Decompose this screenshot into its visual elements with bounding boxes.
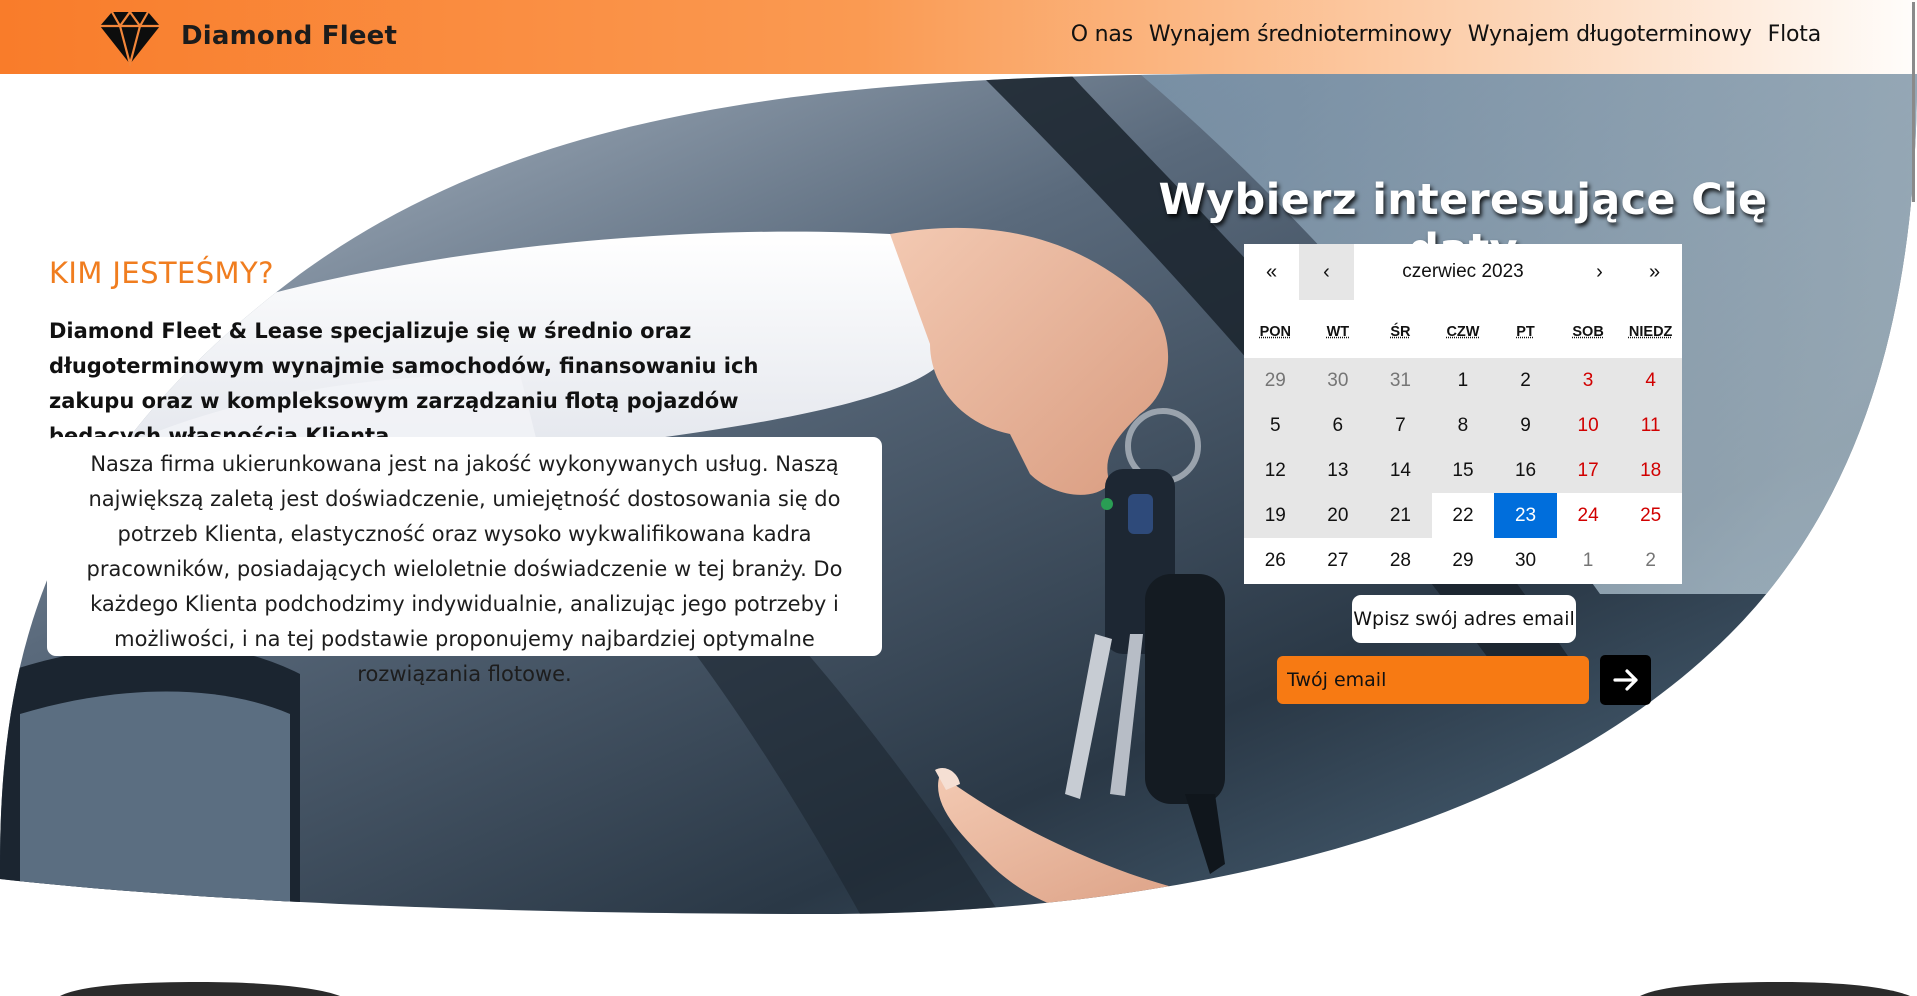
about-description-text: Nasza firma ukierunkowana jest na jakość… [86,452,843,686]
brand-name[interactable]: Diamond Fleet [181,21,397,51]
nav-link-flota[interactable]: Flota [1768,22,1822,47]
calendar-day[interactable]: 24 [1557,493,1620,538]
calendar-day[interactable]: 30 [1306,358,1370,403]
calendar-day[interactable]: 16 [1494,448,1557,493]
calendar-day[interactable]: 29 [1244,358,1307,403]
calendar-week-row: 26 27 28 29 30 1 2 [1244,538,1682,583]
calendar-prev-year-button[interactable]: « [1244,244,1299,300]
calendar-day[interactable]: 29 [1432,538,1495,583]
calendar-day[interactable]: 4 [1619,358,1682,403]
email-prompt-label: Wpisz swój adres email [1352,595,1576,643]
calendar-days-grid: 29 30 31 1 2 3 4 5 6 7 8 9 10 11 12 13 1… [1244,358,1682,583]
calendar-day[interactable]: 14 [1369,448,1432,493]
calendar-week-row: 29 30 31 1 2 3 4 [1244,358,1682,403]
calendar-prev-month-button[interactable]: ‹ [1299,244,1354,300]
email-submit-button[interactable] [1600,655,1651,705]
calendar-day[interactable]: 28 [1369,538,1432,583]
calendar-next-month-button[interactable]: › [1572,244,1627,300]
calendar-day[interactable]: 1 [1431,358,1495,403]
weekday-label: ŚR [1390,324,1411,340]
calendar-week-row: 12 13 14 15 16 17 18 [1244,448,1682,493]
calendar-week-row: 5 6 7 8 9 10 11 [1244,403,1682,448]
email-input[interactable] [1277,656,1589,704]
date-picker-calendar: « ‹ czerwiec 2023 › » PON WT ŚR CZW PT S… [1244,244,1682,584]
calendar-day[interactable]: 22 [1432,493,1495,538]
nav-link-wynajem-dlugoterminowy[interactable]: Wynajem długoterminowy [1468,22,1752,47]
diamond-logo-icon[interactable] [98,8,162,66]
weekday-label: WT [1326,324,1350,340]
calendar-day[interactable]: 21 [1369,493,1432,538]
calendar-day[interactable]: 15 [1431,448,1495,493]
calendar-week-row: 19 20 21 22 23 24 25 [1244,493,1682,538]
calendar-day[interactable]: 7 [1369,403,1432,448]
calendar-day[interactable]: 1 [1557,538,1620,583]
calendar-day[interactable]: 2 [1494,358,1557,403]
main-nav: O nas Wynajem średnioterminowy Wynajem d… [1071,22,1822,47]
nav-link-wynajem-srednioterminowy[interactable]: Wynajem średnioterminowy [1149,22,1452,47]
calendar-day[interactable]: 13 [1306,448,1370,493]
calendar-weekdays: PON WT ŚR CZW PT SOB NIEDZ [1244,324,1682,340]
top-navbar: Diamond Fleet O nas Wynajem średniotermi… [0,0,1917,74]
about-lead-text: Diamond Fleet & Lease specjalizuje się w… [49,319,759,448]
calendar-day[interactable]: 2 [1619,538,1682,583]
calendar-day[interactable]: 10 [1556,403,1620,448]
calendar-day[interactable]: 30 [1494,538,1557,583]
calendar-day[interactable]: 17 [1556,448,1620,493]
about-description-box: Nasza firma ukierunkowana jest na jakość… [47,437,882,686]
calendar-day[interactable]: 31 [1369,358,1432,403]
weekday-label: PON [1259,324,1291,340]
calendar-month-label[interactable]: czerwiec 2023 [1354,244,1572,300]
calendar-navigation: « ‹ czerwiec 2023 › » [1244,244,1682,300]
calendar-day[interactable]: 3 [1556,358,1620,403]
page-scrollbar[interactable] [1912,2,1915,202]
about-title: KIM JESTEŚMY? [49,256,274,290]
arrow-right-icon [1612,669,1638,691]
calendar-day[interactable]: 11 [1619,403,1682,448]
calendar-day[interactable]: 20 [1306,493,1370,538]
calendar-day[interactable]: 18 [1619,448,1682,493]
calendar-next-year-button[interactable]: » [1627,244,1682,300]
calendar-day[interactable]: 12 [1244,448,1307,493]
calendar-day[interactable]: 19 [1244,493,1307,538]
calendar-day[interactable]: 6 [1306,403,1370,448]
calendar-day[interactable]: 25 [1619,493,1682,538]
weekday-label: SOB [1572,324,1604,340]
calendar-day-selected[interactable]: 23 [1494,493,1557,538]
car-silhouettes-image [60,982,1910,996]
weekday-label: CZW [1446,324,1480,340]
weekday-label: NIEDZ [1628,324,1673,340]
calendar-day[interactable]: 26 [1244,538,1307,583]
calendar-day[interactable]: 8 [1431,403,1495,448]
nav-link-o-nas[interactable]: O nas [1071,22,1133,47]
calendar-day[interactable]: 5 [1244,403,1307,448]
calendar-day[interactable]: 9 [1494,403,1557,448]
calendar-day[interactable]: 27 [1307,538,1370,583]
weekday-label: PT [1516,324,1535,340]
